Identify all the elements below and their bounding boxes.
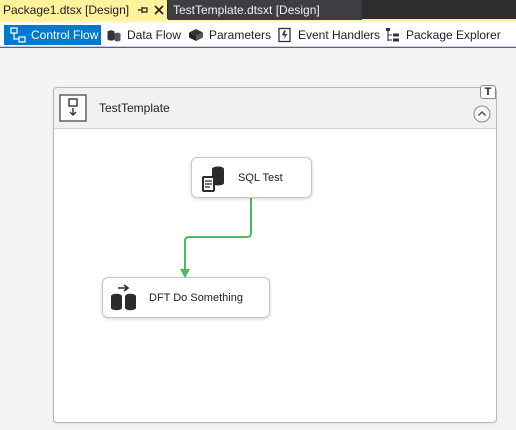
tab-data-flow-label: Data Flow: [127, 28, 182, 42]
doc-tab-package1[interactable]: Package1.dtsx [Design]: [0, 0, 167, 20]
designer-tab-bar: Control Flow Data Flow Parameters Event …: [0, 23, 516, 47]
tab-package-explorer[interactable]: Package Explorer: [381, 25, 501, 45]
tab-package-explorer-label: Package Explorer: [406, 28, 501, 42]
task-dft-do-something-label: DFT Do Something: [149, 292, 243, 304]
container-tag-marker: T: [480, 85, 496, 99]
container-title: TestTemplate: [99, 101, 170, 115]
collapse-chevron-icon[interactable]: [473, 105, 491, 123]
event-handlers-icon: [278, 27, 291, 43]
doc-tab-testtemplate[interactable]: TestTemplate.dtsxt [Design]: [168, 0, 362, 20]
tab-control-flow[interactable]: Control Flow: [4, 25, 101, 45]
doc-tab-package1-label: Package1.dtsx [Design]: [3, 3, 130, 17]
task-sql-test[interactable]: SQL Test: [191, 157, 312, 198]
tab-parameters-label: Parameters: [209, 28, 272, 42]
close-icon[interactable]: [153, 4, 165, 16]
container-header[interactable]: TestTemplate: [54, 88, 496, 129]
task-dft-do-something[interactable]: DFT Do Something: [102, 277, 270, 318]
control-flow-icon: [10, 27, 26, 43]
tab-event-handlers-label: Event Handlers: [298, 28, 381, 42]
data-flow-icon: [107, 30, 121, 42]
tab-data-flow[interactable]: Data Flow: [102, 25, 182, 45]
tab-event-handlers[interactable]: Event Handlers: [273, 25, 381, 45]
pin-icon[interactable]: [137, 4, 149, 16]
execute-sql-task-icon: [202, 166, 224, 192]
task-sql-test-label: SQL Test: [238, 172, 283, 184]
tab-control-flow-label: Control Flow: [31, 28, 99, 42]
tab-parameters[interactable]: Parameters: [184, 25, 272, 45]
data-flow-task-icon: [111, 284, 136, 311]
parameters-icon: [189, 29, 203, 41]
document-tab-strip: Package1.dtsx [Design] TestTemplate.dtsx…: [0, 0, 516, 21]
sequence-container-icon: [59, 94, 87, 122]
doc-tab-testtemplate-label: TestTemplate.dtsxt [Design]: [173, 3, 320, 17]
sequence-container[interactable]: TestTemplate: [53, 87, 497, 423]
package-explorer-icon: [386, 28, 399, 42]
